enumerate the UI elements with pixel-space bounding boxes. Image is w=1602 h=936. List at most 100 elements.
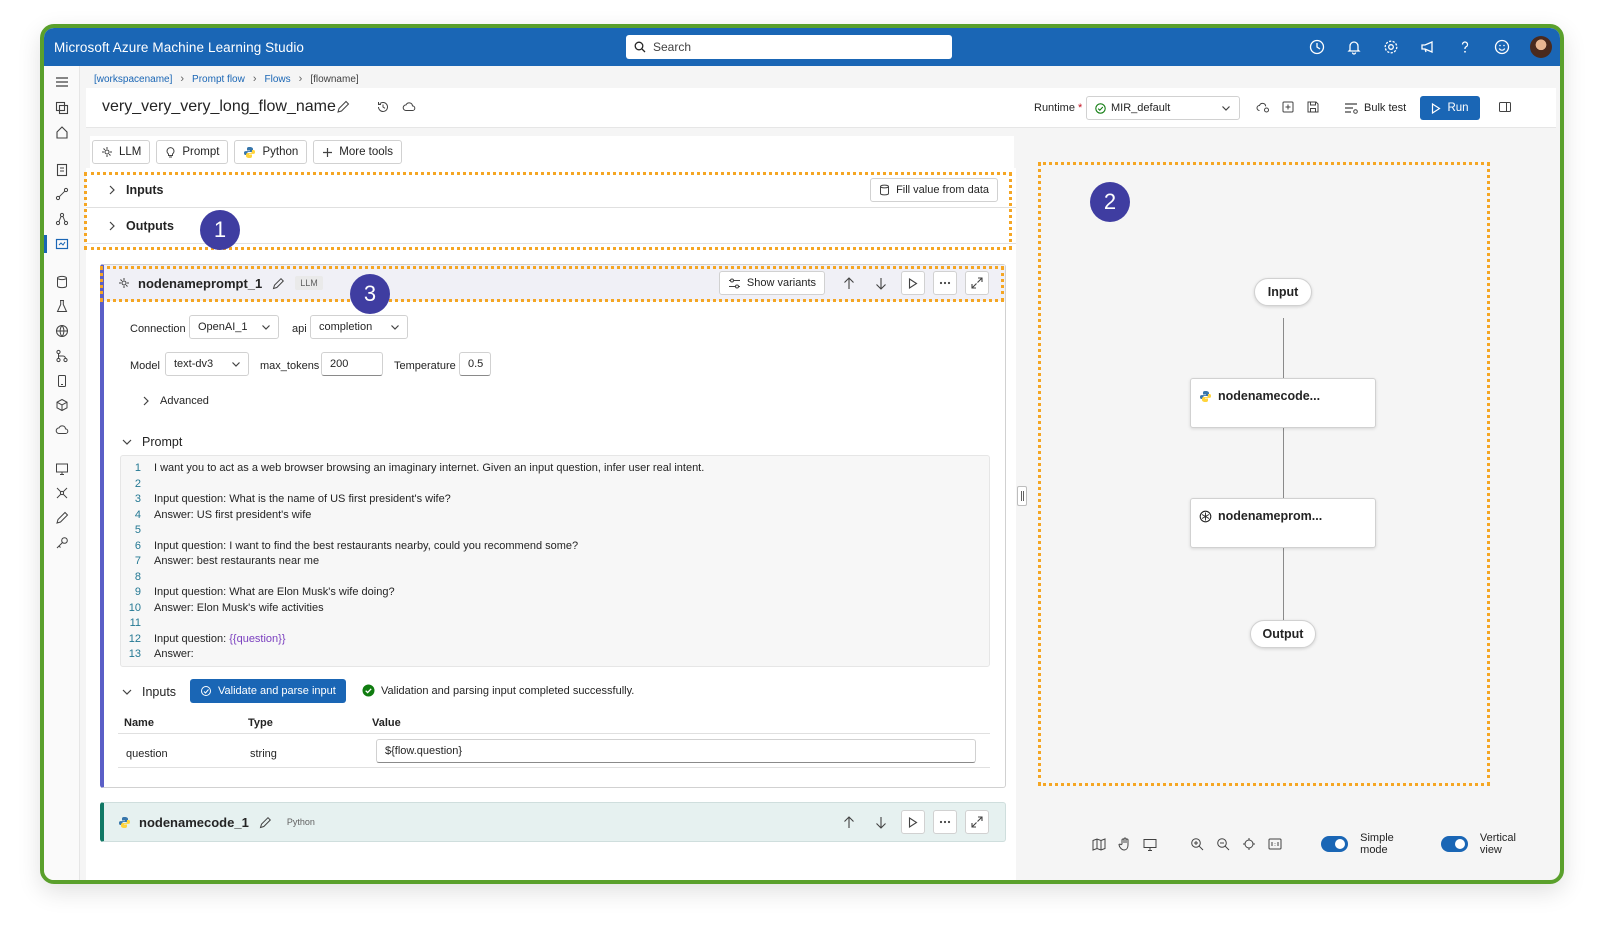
pipeline-icon[interactable] (54, 186, 70, 202)
breadcrumb-flows[interactable]: Flows (265, 74, 291, 85)
callout-badge-3: 3 (350, 274, 390, 314)
notebook-icon[interactable] (54, 162, 70, 178)
temperature-input[interactable]: 0.5 (459, 352, 491, 376)
data-icon[interactable] (54, 274, 70, 290)
line-number: 6 (134, 539, 141, 552)
history-icon[interactable] (376, 100, 392, 116)
chevron-down-icon (232, 362, 240, 367)
search-icon (634, 41, 646, 53)
chevron-down-icon (122, 689, 132, 695)
prompt-section-toggle[interactable]: Prompt (122, 435, 182, 449)
breadcrumb: [workspacename] › Prompt flow › Flows › … (94, 73, 359, 85)
add-box-icon[interactable] (1281, 100, 1297, 116)
simple-mode-toggle[interactable] (1320, 836, 1349, 852)
cube-icon[interactable] (54, 397, 70, 413)
branch-icon[interactable] (54, 348, 70, 364)
search-input[interactable]: Search (626, 35, 952, 59)
play-icon (908, 816, 918, 828)
home-icon[interactable] (54, 124, 70, 140)
breadcrumb-prompt-flow[interactable]: Prompt flow (192, 74, 245, 85)
present-icon[interactable] (1143, 837, 1157, 851)
avatar[interactable] (1530, 36, 1552, 58)
search-placeholder: Search (653, 40, 692, 54)
chevron-down-icon (122, 439, 132, 445)
callout-highlight-graph (1038, 162, 1490, 786)
play-icon (1432, 102, 1442, 114)
add-python-button[interactable]: Python (234, 140, 308, 164)
top-bar: Microsoft Azure Machine Learning Studio … (44, 28, 1560, 66)
more-tools-button[interactable]: More tools (313, 140, 402, 164)
key-icon[interactable] (54, 535, 70, 551)
pencil-icon[interactable] (336, 100, 352, 116)
globe-icon[interactable] (54, 323, 70, 339)
flask-icon[interactable] (54, 298, 70, 314)
prompt-title: Prompt (142, 435, 183, 449)
zoom-in-icon[interactable] (1190, 837, 1204, 851)
arrow-up-icon[interactable] (837, 810, 861, 834)
bulk-test-button[interactable]: Bulk test (1344, 96, 1406, 120)
bell-icon[interactable] (1345, 38, 1363, 56)
designer-icon[interactable] (54, 211, 70, 227)
hamburger-icon[interactable] (54, 74, 70, 90)
max-tokens-input[interactable]: 200 (321, 352, 383, 376)
runtime-select[interactable]: MIR_default (1086, 96, 1240, 120)
api-select[interactable]: completion (310, 315, 408, 339)
run-node-button[interactable] (901, 810, 925, 834)
callout-highlight-node-header (100, 266, 1004, 302)
cloud-sync-icon[interactable] (402, 100, 418, 116)
map-icon[interactable] (1092, 837, 1106, 851)
line-number: 11 (129, 617, 141, 629)
pencil-icon[interactable] (259, 816, 272, 829)
model-select[interactable]: text-dv3 (165, 352, 249, 376)
table-header-value: Value (372, 717, 401, 729)
add-prompt-button[interactable]: Prompt (156, 140, 229, 164)
more-options-button[interactable] (933, 810, 957, 834)
breadcrumb-workspace[interactable]: [workspacename] (94, 74, 172, 85)
table-header-type: Type (248, 717, 273, 729)
save-icon[interactable] (1306, 100, 1322, 116)
panel-toggle-icon[interactable] (1498, 100, 1514, 116)
gear-icon[interactable] (1382, 38, 1400, 56)
prompt-line: Answer: best restaurants near me (154, 555, 319, 567)
callout-badge-2: 2 (1090, 182, 1130, 222)
help-icon[interactable] (1456, 38, 1474, 56)
workspaces-icon[interactable] (54, 100, 70, 116)
actual-size-icon[interactable] (1268, 837, 1282, 851)
line-number: 1 (134, 462, 141, 474)
validate-button[interactable]: Validate and parse input (190, 679, 346, 703)
prompt-line-text: Answer: best restaurants near me (154, 555, 320, 567)
chevron-down-icon (1222, 106, 1230, 111)
add-llm-button[interactable]: LLM (92, 140, 151, 164)
advanced-toggle[interactable]: Advanced (142, 395, 209, 407)
node-inputs-toggle[interactable]: Inputs (122, 685, 176, 699)
node-card-python[interactable]: nodenamecode_1 Python (100, 802, 1006, 842)
fit-view-icon[interactable] (1242, 837, 1256, 851)
vertical-view-toggle[interactable] (1440, 836, 1468, 852)
line-number: 10 (128, 601, 141, 614)
input-value-field[interactable]: ${flow.question} (376, 739, 976, 763)
network-icon[interactable] (54, 485, 70, 501)
connection-select[interactable]: OpenAI_1 (189, 315, 279, 339)
prompt-flow-icon[interactable] (44, 235, 70, 253)
cloud-icon[interactable] (54, 422, 70, 438)
prompt-editor[interactable]: 1 I want you to act as a web browser brow… (120, 455, 990, 667)
monitor-icon[interactable] (54, 461, 70, 477)
check-circle-icon (362, 684, 375, 697)
prompt-line: Input question: {{question}} (154, 633, 286, 645)
pane-splitter[interactable] (1017, 486, 1027, 506)
smiley-icon[interactable] (1493, 38, 1511, 56)
run-button[interactable]: Run (1420, 96, 1480, 120)
compute-settings-icon[interactable] (1256, 100, 1272, 116)
device-icon[interactable] (54, 373, 70, 389)
tools-toolbar: LLM Prompt Python More tools (90, 136, 1014, 168)
runtime-label: Runtime * (1034, 102, 1083, 114)
hand-icon[interactable] (1118, 837, 1131, 851)
expand-button[interactable] (965, 810, 989, 834)
bulk-test-label: Bulk test (1364, 102, 1407, 114)
breadcrumb-separator: › (298, 73, 303, 85)
history-icon[interactable] (1308, 38, 1326, 56)
arrow-down-icon[interactable] (869, 810, 893, 834)
megaphone-icon[interactable] (1419, 38, 1437, 56)
zoom-out-icon[interactable] (1216, 837, 1230, 851)
edit-icon[interactable] (54, 510, 70, 526)
